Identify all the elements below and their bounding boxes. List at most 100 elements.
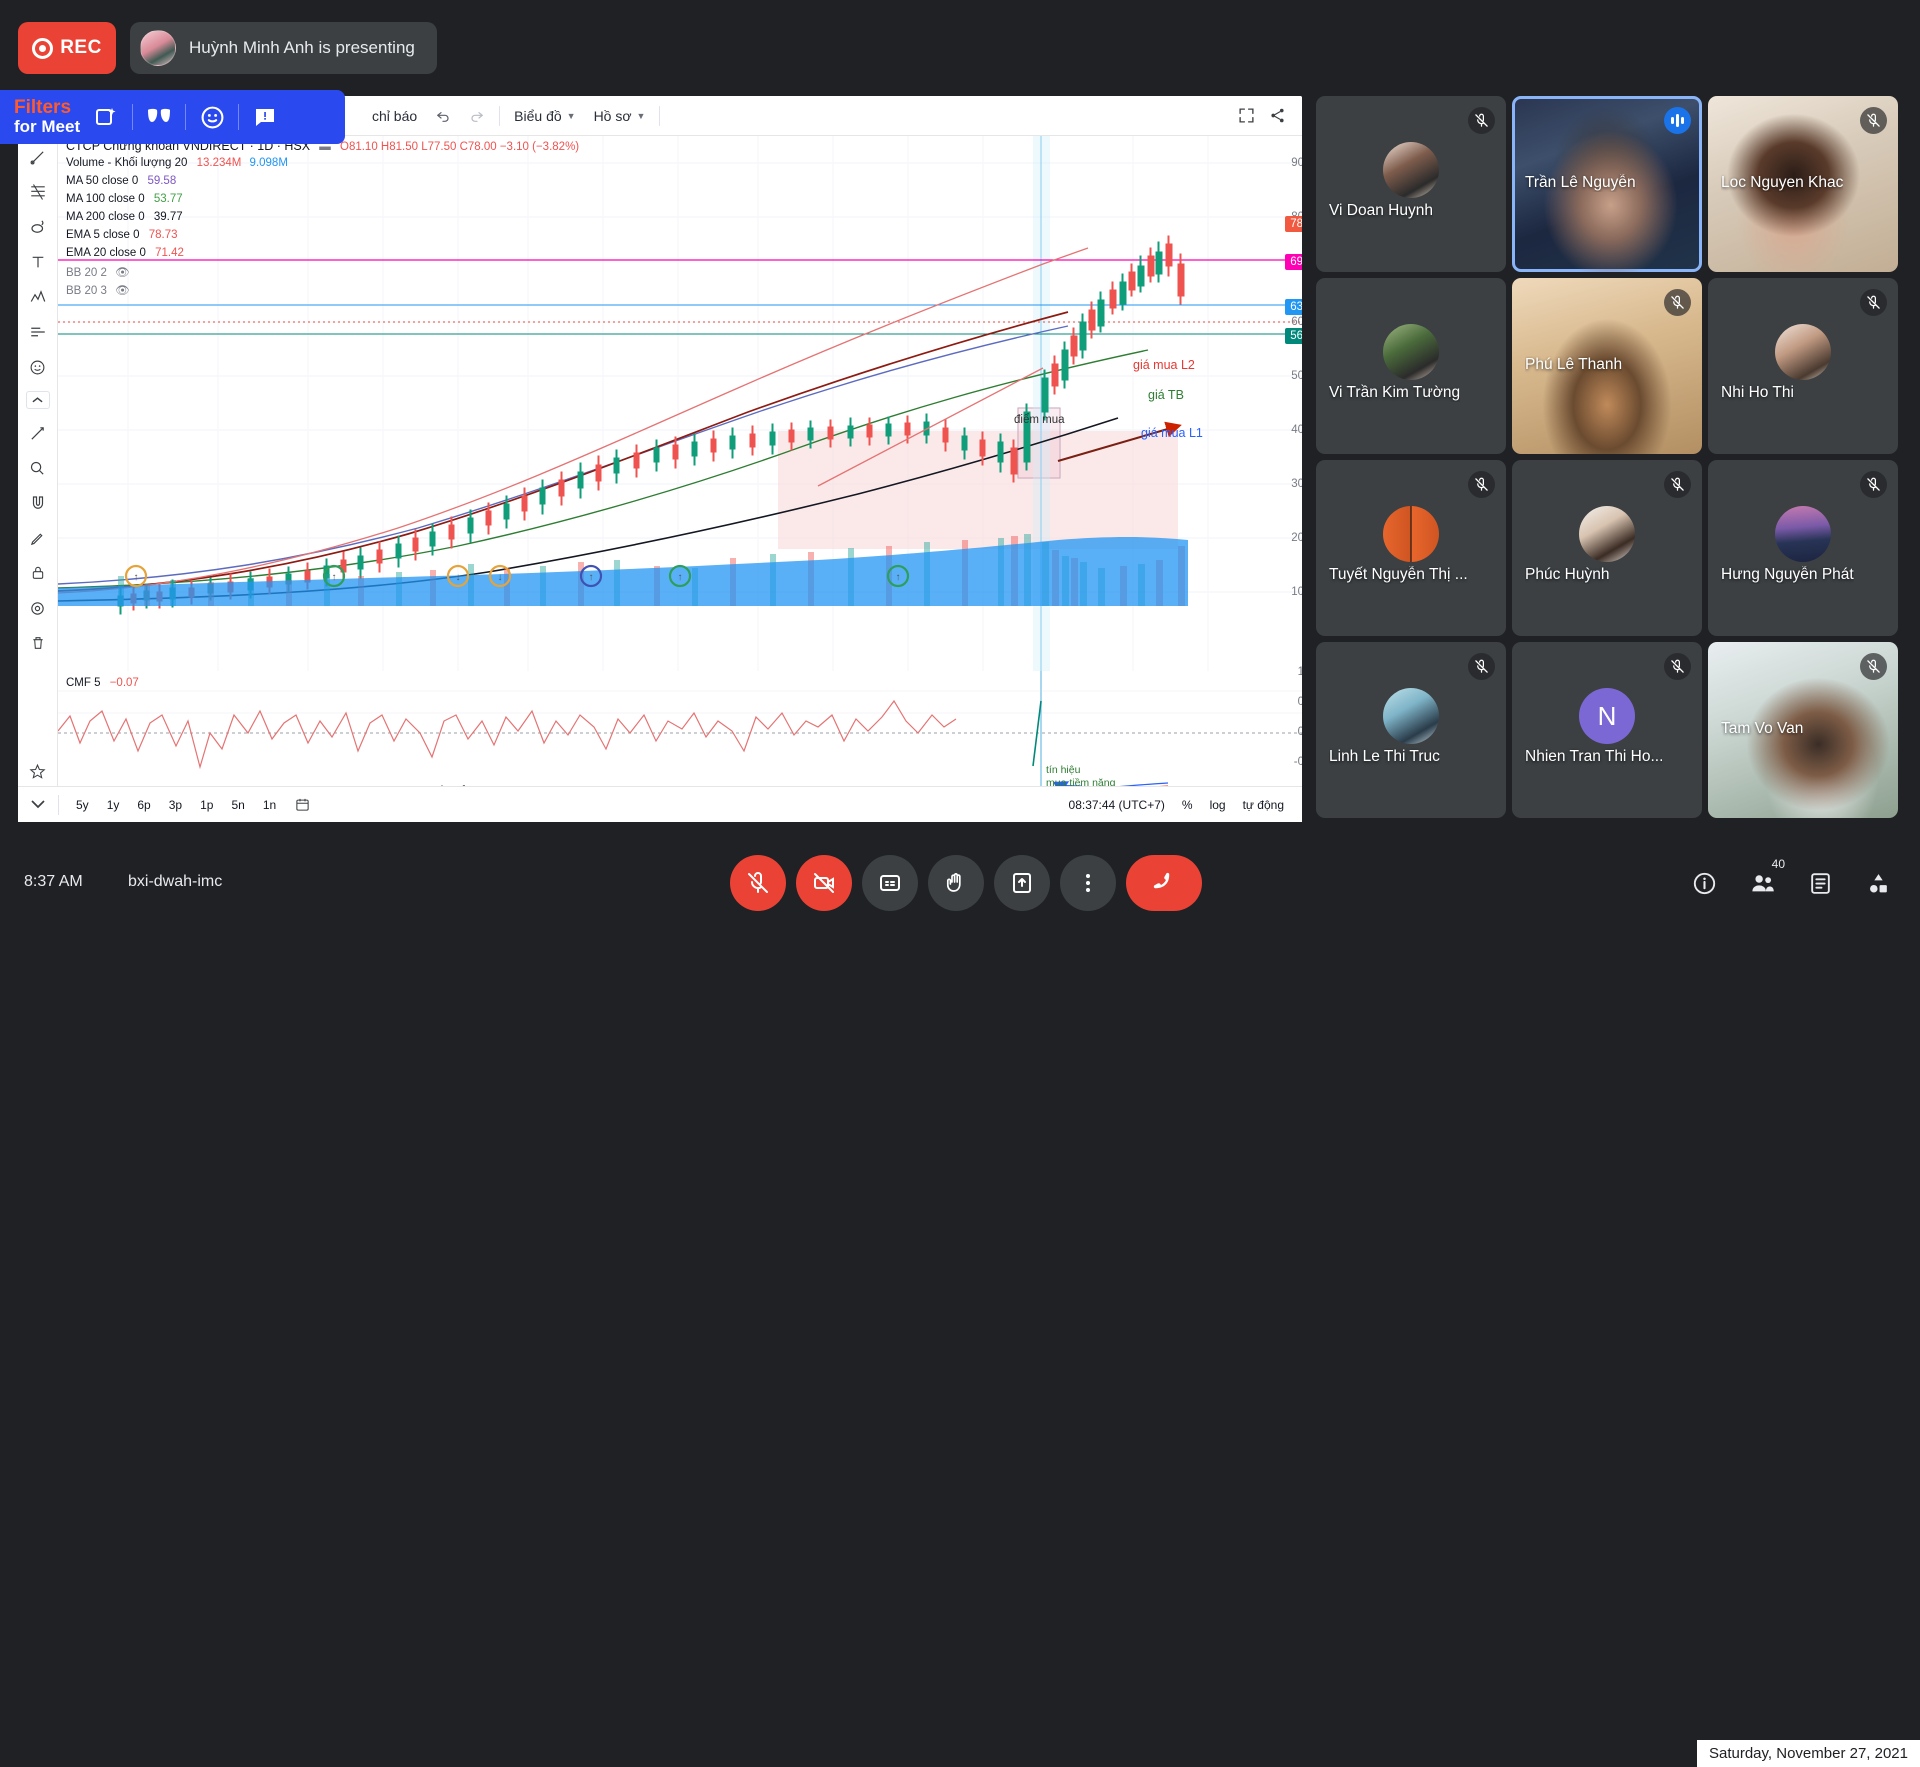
participant-tile-phu-le-thanh[interactable]: Phú Lê Thanh (1512, 278, 1702, 454)
bb20-3-legend[interactable]: BB 20 3 👁 (66, 283, 130, 297)
ma50-legend[interactable]: MA 50 close 0 59.58 (66, 175, 176, 187)
chat-button[interactable] (1804, 867, 1836, 899)
participant-tile-nhien-tran-thi-ho[interactable]: N Nhien Tran Thi Ho... (1512, 642, 1702, 818)
percent-scale-button[interactable]: % (1182, 798, 1193, 812)
auto-scale-button[interactable]: tự động (1243, 798, 1284, 812)
indicators-button[interactable]: chỉ báo (363, 108, 426, 124)
undo-icon[interactable] (426, 108, 460, 124)
participant-tile-linh-le-thi-truc[interactable]: Linh Le Thi Truc (1316, 642, 1506, 818)
meeting-details-button[interactable] (1688, 867, 1720, 899)
more-options-button[interactable] (1060, 855, 1116, 911)
present-screen-button[interactable] (994, 855, 1050, 911)
bb20-2-legend[interactable]: BB 20 2 👁 (66, 265, 130, 279)
fullscreen-icon[interactable] (1238, 107, 1255, 124)
raise-hand-button[interactable] (928, 855, 984, 911)
calendar-icon[interactable] (285, 797, 320, 812)
shape-tool-icon[interactable] (25, 216, 51, 238)
feedback-icon[interactable] (239, 90, 291, 144)
last-price-tag[interactable]: 78.00 (1285, 216, 1302, 232)
delete-drawings-icon[interactable] (25, 632, 51, 654)
svg-text:↓: ↓ (456, 572, 461, 583)
chart-plot-area[interactable]: ↑ ↑ ↓ ↓ ↑ ↑ ↑ CTCP Chứng khoán VNDIRECT … (58, 136, 1302, 822)
ma100-legend[interactable]: MA 100 close 0 53.77 (66, 193, 183, 205)
ma50-label: MA 50 close 0 (66, 175, 139, 187)
presenting-banner[interactable]: Huỳnh Minh Anh is presenting (130, 22, 437, 74)
right-controls[interactable]: 40 (1688, 857, 1894, 899)
svg-text:↑: ↑ (332, 572, 337, 583)
participant-tile-vi-doan-huynh[interactable]: Vi Doan Huynh (1316, 96, 1506, 272)
meeting-code[interactable]: bxi-dwah-imc (128, 873, 222, 891)
range-button-1n[interactable]: 1n (254, 798, 285, 812)
range-button-3p[interactable]: 3p (160, 798, 191, 812)
annotation-tin-hieu: tín hiệu (1046, 764, 1081, 776)
ma-price-tag[interactable]: 63.76 (1285, 299, 1302, 315)
participant-tile-hung-nguyen-phat[interactable]: Hưng Nguyễn Phát (1708, 460, 1898, 636)
microphone-off-button[interactable] (730, 855, 786, 911)
support-price-tag[interactable]: 56.87 (1285, 328, 1302, 344)
filters-for-meet-toolbar[interactable]: Filters for Meet (0, 90, 345, 144)
show-everyone-button[interactable]: 40 (1746, 857, 1788, 899)
masks-icon[interactable] (133, 90, 185, 144)
range-button-6p[interactable]: 6p (128, 798, 159, 812)
eye-icon[interactable]: 👁 (115, 267, 130, 279)
chart-clock[interactable]: 08:37:44 (UTC+7) (1069, 798, 1165, 812)
text-tool-icon[interactable] (25, 251, 51, 273)
camera-off-button[interactable] (796, 855, 852, 911)
ema20-value: 71.42 (155, 247, 184, 259)
filters-brand-line2: for Meet (14, 117, 81, 137)
participant-tile-vi-tran-kim-tuong[interactable]: Vi Trần Kim Tường (1316, 278, 1506, 454)
collapse-rail-icon[interactable] (18, 799, 58, 810)
ma200-legend[interactable]: MA 200 close 0 39.77 (66, 211, 183, 223)
face-filter-icon[interactable] (186, 90, 238, 144)
effects-icon[interactable] (80, 90, 132, 144)
range-button-1y[interactable]: 1y (98, 798, 129, 812)
volume-legend[interactable]: Volume - Khối lượng 20 13.234M 9.098M (66, 157, 288, 169)
drawing-tools-rail[interactable] (18, 136, 58, 822)
cursor-tool-icon[interactable] (25, 146, 51, 168)
presenter-avatar (140, 30, 176, 66)
collapse-tools-icon[interactable] (25, 391, 50, 409)
recording-indicator[interactable]: REC (18, 22, 116, 74)
favorites-icon[interactable] (25, 760, 51, 782)
pattern-tool-icon[interactable] (25, 286, 51, 308)
ema5-legend[interactable]: EMA 5 close 0 78.73 (66, 229, 178, 241)
range-button-1p[interactable]: 1p (191, 798, 222, 812)
ema20-legend[interactable]: EMA 20 close 0 71.42 (66, 247, 184, 259)
participant-tile-nhi-ho-thi[interactable]: Nhi Ho Thi (1708, 278, 1898, 454)
fib-tool-icon[interactable] (25, 181, 51, 203)
tradingview-chart-panel[interactable]: chỉ báo Biểu đồ ▼ Hồ sơ ▼ ↑ ↑ ↓ ↓ ↑ ↑ ↑ … (18, 96, 1302, 822)
captions-button[interactable] (862, 855, 918, 911)
eye-icon[interactable]: 👁 (115, 285, 130, 297)
mic-off-icon (1468, 107, 1495, 134)
hide-drawings-icon[interactable] (25, 597, 51, 619)
activities-button[interactable] (1862, 867, 1894, 899)
measure-tool-icon[interactable] (25, 422, 51, 444)
y-tick-60: 60.00 (1291, 316, 1302, 328)
participant-tile-tran-le-nguyen[interactable]: Trần Lê Nguyễn (1512, 96, 1702, 272)
emoji-tool-icon[interactable] (25, 356, 51, 378)
leave-call-button[interactable] (1126, 855, 1202, 911)
participant-tile-tuyet-nguyen-thi[interactable]: Tuyết Nguyễn Thị ... (1316, 460, 1506, 636)
zoom-tool-icon[interactable] (25, 457, 51, 479)
draw-mode-icon[interactable] (25, 527, 51, 549)
redo-icon[interactable] (460, 108, 494, 124)
participant-tile-phuc-huynh[interactable]: Phúc Huỳnh (1512, 460, 1702, 636)
forecast-tool-icon[interactable] (25, 321, 51, 343)
svg-text:↑: ↑ (589, 572, 594, 583)
profile-button[interactable]: Hồ sơ ▼ (585, 108, 655, 124)
cmf-legend[interactable]: CMF 5 −0.07 (66, 677, 139, 689)
participant-tile-tam-vo-van[interactable]: Tam Vo Van (1708, 642, 1898, 818)
share-icon[interactable] (1269, 107, 1286, 124)
lock-tool-icon[interactable] (25, 562, 51, 584)
log-scale-button[interactable]: log (1210, 798, 1226, 812)
chevron-down-icon: ▼ (566, 110, 576, 121)
ema5-price-tag[interactable]: 69.65 (1285, 254, 1302, 270)
magnet-tool-icon[interactable] (25, 492, 51, 514)
participant-grid[interactable]: Vi Doan Huynh Trần Lê Nguyễn Loc Nguyen … (1316, 96, 1908, 822)
call-controls[interactable] (730, 855, 1202, 911)
participant-tile-loc-nguyen-khac[interactable]: Loc Nguyen Khac (1708, 96, 1898, 272)
range-button-5n[interactable]: 5n (222, 798, 253, 812)
chart-layout-button[interactable]: Biểu đồ ▼ (505, 108, 584, 124)
chart-bottom-toolbar[interactable]: 5y 1y 6p 3p 1p 5n 1n 08:37:44 (UTC+7) % … (18, 786, 1302, 822)
range-button-5y[interactable]: 5y (67, 798, 98, 812)
